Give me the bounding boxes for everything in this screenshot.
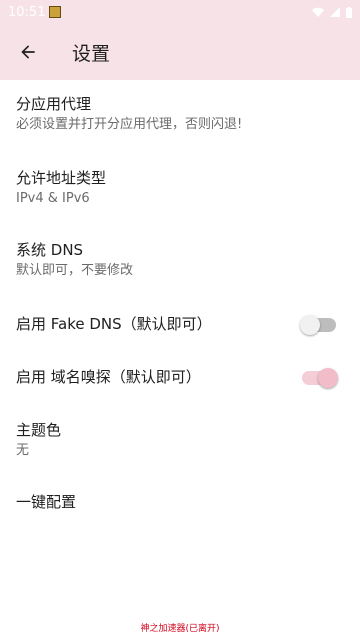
setting-subtitle: 无	[16, 443, 30, 458]
status-time: 10:51	[8, 4, 46, 20]
back-button[interactable]	[0, 24, 56, 80]
setting-title: 主题色	[16, 421, 62, 439]
setting-per-app-proxy[interactable]: 分应用代理 必须设置并打开分应用代理，否则闪退!	[0, 94, 360, 154]
setting-domain-sniffing[interactable]: 启用 域名嗅探（默认即可）	[0, 367, 360, 391]
setting-title: 一键配置	[16, 493, 77, 511]
arrow-back-icon	[21, 45, 35, 59]
setting-title: 允许地址类型	[16, 169, 107, 187]
toggle-thumb	[300, 315, 320, 335]
setting-subtitle: 默认即可，不要修改	[16, 263, 134, 278]
page-title: 设置	[72, 42, 111, 65]
setting-fake-dns[interactable]: 启用 Fake DNS（默认即可）	[0, 314, 360, 338]
setting-subtitle: 必须设置并打开分应用代理，否则闪退!	[16, 117, 243, 132]
status-bar: 10:51	[0, 0, 360, 24]
setting-system-dns[interactable]: 系统 DNS 默认即可，不要修改	[0, 240, 360, 300]
battery-icon	[346, 6, 352, 18]
fake-dns-toggle[interactable]	[300, 315, 336, 335]
wifi-icon	[312, 7, 324, 17]
domain-sniffing-toggle[interactable]	[302, 368, 338, 388]
notification-icon	[49, 6, 62, 18]
setting-title: 系统 DNS	[16, 241, 84, 259]
app-bar: 设置	[0, 24, 360, 80]
setting-one-click-config[interactable]: 一键配置	[0, 492, 360, 516]
watermark: 神之加速器(已离开)	[140, 624, 220, 634]
toggle-thumb	[318, 368, 338, 388]
setting-subtitle: IPv4 & IPv6	[16, 191, 90, 206]
signal-icon	[330, 7, 340, 17]
setting-title: 分应用代理	[16, 95, 92, 113]
setting-address-type[interactable]: 允许地址类型 IPv4 & IPv6	[0, 168, 360, 228]
setting-theme-color[interactable]: 主题色 无	[0, 420, 360, 480]
status-icons	[312, 6, 352, 18]
